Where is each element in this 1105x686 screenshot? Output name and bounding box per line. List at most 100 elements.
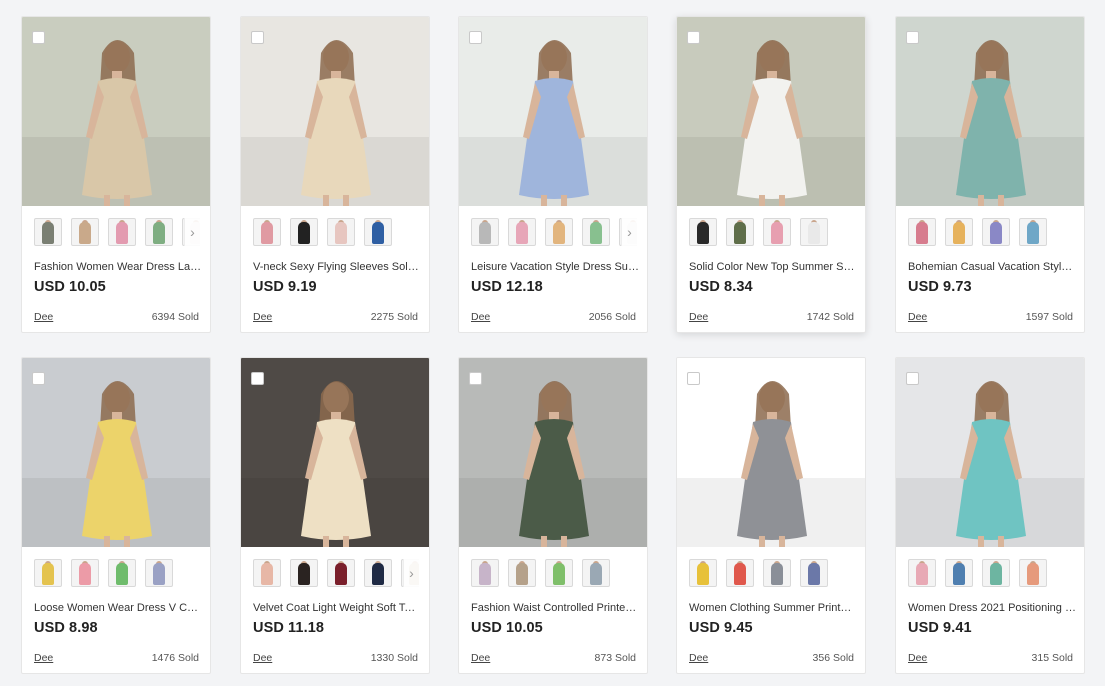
store-link[interactable]: Dee [689,652,708,664]
color-swatch[interactable] [908,218,936,246]
chevron-right-icon[interactable]: › [184,218,200,246]
select-checkbox[interactable] [906,372,919,385]
store-link[interactable]: Dee [908,652,927,664]
product-card[interactable]: Women Dress 2021 Positioning Print Bohem… [895,357,1085,674]
product-image[interactable] [459,17,647,206]
store-link[interactable]: Dee [34,652,53,664]
product-card[interactable]: Fashion Waist Controlled Printed Dress US… [458,357,648,674]
product-image[interactable] [22,17,210,206]
product-title[interactable]: Fashion Women Wear Dress Lace Stitching … [34,261,202,273]
product-title[interactable]: Velvet Coat Light Weight Soft Touch Jack… [253,602,421,614]
color-swatch[interactable] [1019,559,1047,587]
sold-count: 1742 Sold [806,311,854,323]
color-swatch[interactable] [726,218,754,246]
product-title[interactable]: Fashion Waist Controlled Printed Dress [471,602,639,614]
product-title[interactable]: Solid Color New Top Summer Shirt Casual [689,261,857,273]
product-card[interactable]: › Leisure Vacation Style Dress Summer Pri… [458,16,648,333]
color-swatch[interactable] [34,218,62,246]
color-swatch[interactable] [545,559,573,587]
color-swatch[interactable] [290,218,318,246]
product-title[interactable]: Leisure Vacation Style Dress Summer Prin… [471,261,639,273]
store-link[interactable]: Dee [471,652,490,664]
color-swatches [689,218,855,246]
color-swatch[interactable] [1019,218,1047,246]
store-link[interactable]: Dee [253,652,272,664]
color-swatch[interactable] [327,218,355,246]
color-swatch[interactable] [545,218,573,246]
color-swatch[interactable] [108,559,136,587]
product-image[interactable] [896,17,1084,206]
color-swatch[interactable] [800,559,828,587]
color-swatch[interactable] [689,218,717,246]
store-link[interactable]: Dee [471,311,490,323]
product-card[interactable]: V-neck Sexy Flying Sleeves Solid Color D… [240,16,430,333]
color-swatch[interactable] [145,218,173,246]
color-swatch[interactable] [689,559,717,587]
color-swatch[interactable] [908,559,936,587]
color-swatch[interactable] [763,218,791,246]
product-card[interactable]: › Velvet Coat Light Weight Soft Touch Jac… [240,357,430,674]
select-checkbox[interactable] [906,31,919,44]
store-link[interactable]: Dee [34,311,53,323]
color-swatches: › [34,218,200,246]
product-card[interactable]: Loose Women Wear Dress V Collar Ruffle US… [21,357,211,674]
select-checkbox[interactable] [687,372,700,385]
color-swatch[interactable] [763,559,791,587]
color-swatch[interactable] [108,218,136,246]
color-swatch[interactable] [71,559,99,587]
color-swatch[interactable] [364,218,392,246]
color-swatch[interactable] [327,559,355,587]
product-title[interactable]: Loose Women Wear Dress V Collar Ruffle [34,602,202,614]
color-swatch[interactable] [582,559,610,587]
color-swatch[interactable] [982,218,1010,246]
product-card[interactable]: Solid Color New Top Summer Shirt Casual U… [676,16,866,333]
product-title[interactable]: Women Clothing Summer Printed Wrap Dress [689,602,857,614]
product-image[interactable] [677,358,865,547]
product-title[interactable]: Bohemian Casual Vacation Style Print Dre… [908,261,1076,273]
product-image[interactable] [241,358,429,547]
product-image[interactable] [241,17,429,206]
product-image[interactable] [22,358,210,547]
select-checkbox[interactable] [251,31,264,44]
product-card[interactable]: › Fashion Women Wear Dress Lace Stitching… [21,16,211,333]
color-swatch[interactable] [71,218,99,246]
select-checkbox[interactable] [32,31,45,44]
color-swatch[interactable] [471,559,499,587]
color-swatch[interactable] [582,218,610,246]
color-swatch[interactable] [945,218,973,246]
product-title[interactable]: Women Dress 2021 Positioning Print Bohem… [908,602,1076,614]
color-swatch[interactable] [800,218,828,246]
color-swatch[interactable] [364,559,392,587]
select-checkbox[interactable] [469,31,482,44]
chevron-right-icon[interactable]: › [621,218,637,246]
select-checkbox[interactable] [251,372,264,385]
product-title[interactable]: V-neck Sexy Flying Sleeves Solid Color D… [253,261,421,273]
store-link[interactable]: Dee [253,311,272,323]
color-swatches: › [253,559,419,587]
product-image[interactable] [459,358,647,547]
color-swatch[interactable] [253,218,281,246]
product-card[interactable]: Women Clothing Summer Printed Wrap Dress… [676,357,866,674]
chevron-right-icon[interactable]: › [403,559,419,587]
color-swatch[interactable] [471,218,499,246]
color-swatch[interactable] [508,559,536,587]
sold-count: 6394 Sold [151,311,199,323]
color-swatch[interactable] [726,559,754,587]
color-swatch[interactable] [145,559,173,587]
color-swatch[interactable] [982,559,1010,587]
color-swatch[interactable] [508,218,536,246]
product-image[interactable] [896,358,1084,547]
color-swatch[interactable] [290,559,318,587]
store-link[interactable]: Dee [908,311,927,323]
color-swatch[interactable] [34,559,62,587]
select-checkbox[interactable] [469,372,482,385]
color-swatch[interactable] [945,559,973,587]
sold-count: 2056 Sold [588,311,636,323]
product-image[interactable] [677,17,865,206]
store-link[interactable]: Dee [689,311,708,323]
product-card[interactable]: Bohemian Casual Vacation Style Print Dre… [895,16,1085,333]
select-checkbox[interactable] [687,31,700,44]
select-checkbox[interactable] [32,372,45,385]
color-swatch[interactable] [253,559,281,587]
product-price: USD 10.05 [34,279,106,295]
